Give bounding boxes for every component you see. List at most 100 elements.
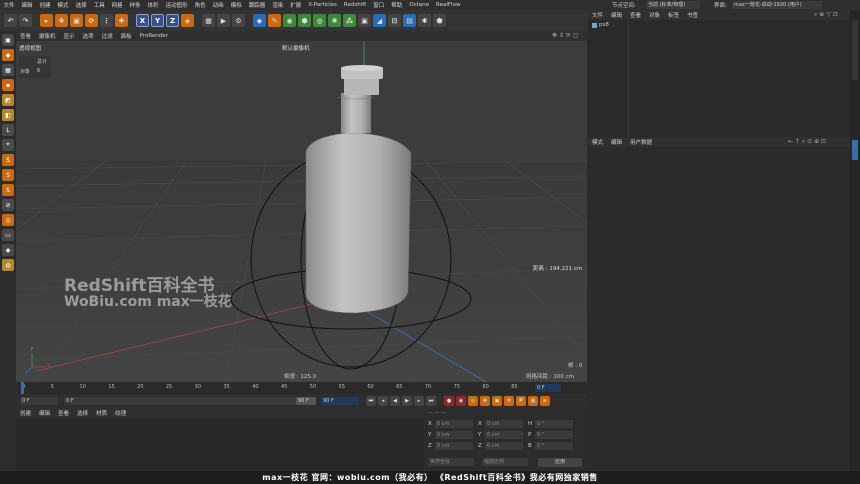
viewport-menu-item-3[interactable]: 选项: [79, 32, 98, 40]
object-list[interactable]: ps8 ⋮: [588, 20, 850, 137]
material-menu-item-0[interactable]: 创建: [16, 409, 35, 417]
move-tool-icon[interactable]: ✥: [55, 14, 68, 27]
attribute-menu-item-0[interactable]: 模式: [588, 138, 607, 146]
axis-z-button[interactable]: Z: [166, 14, 179, 27]
array-icon[interactable]: ⬢: [298, 14, 311, 27]
viewport-nav-icons[interactable]: ✥ ⇕ ⟳ ▢: [552, 32, 578, 39]
attribute-menu-item-1[interactable]: 编辑: [607, 138, 626, 146]
viewport-menu-item-4[interactable]: 过滤: [98, 32, 117, 40]
timeline-menu-icon[interactable]: ≡: [540, 396, 550, 406]
menu-item-11[interactable]: 动画: [209, 1, 227, 9]
tab-objects[interactable]: [852, 20, 858, 80]
keyframe-selection-icon[interactable]: ◎: [468, 396, 478, 406]
coord-field-c-0[interactable]: 0 °: [535, 420, 573, 428]
prev-key-icon[interactable]: ◂: [378, 396, 388, 406]
node-space-select[interactable]: 当前 (标准/物理): [646, 1, 700, 9]
viewport-menu-item-0[interactable]: 查看: [16, 32, 35, 40]
snap-icon[interactable]: ⌖: [2, 139, 14, 151]
go-to-end-icon[interactable]: ⏭: [426, 396, 436, 406]
coord-field-c-1[interactable]: 0 °: [535, 431, 573, 439]
viewport-menu-item-1[interactable]: 摄像机: [35, 32, 60, 40]
coord-field-a-1[interactable]: 0 cm: [435, 431, 473, 439]
material-menu-item-5[interactable]: 纹理: [111, 409, 130, 417]
soft-selection-icon[interactable]: ◍: [2, 259, 14, 271]
axis-x-button[interactable]: X: [136, 14, 149, 27]
menu-item-0[interactable]: 文件: [0, 1, 18, 9]
menu-item-16[interactable]: X-Particles: [305, 2, 341, 8]
cluster-icon[interactable]: ⁂: [343, 14, 356, 27]
tab-attributes[interactable]: [852, 140, 858, 160]
play-icon[interactable]: ▶: [402, 396, 412, 406]
menu-item-14[interactable]: 渲染: [269, 1, 287, 9]
menu-item-15[interactable]: 扩展: [287, 1, 305, 9]
material-menu-item-1[interactable]: 编辑: [35, 409, 54, 417]
apply-button[interactable]: 应用: [538, 458, 582, 467]
material-manager-area[interactable]: [16, 418, 424, 471]
light-icon[interactable]: ◢: [373, 14, 386, 27]
perspective-viewport[interactable]: 透视视图 默认摄像机 总计 对象 6 RedShift百科全书 WoBiu.co…: [16, 41, 587, 382]
attribute-menu-item-2[interactable]: 用户数据: [626, 138, 656, 146]
floor-icon[interactable]: ⊟: [388, 14, 401, 27]
coord-mode-select[interactable]: 世界坐标: [428, 458, 474, 466]
object-manager-icons[interactable]: ⌕ ⊕ ▽ ⊡: [814, 11, 838, 19]
add-tool-icon[interactable]: ✚: [115, 14, 128, 27]
object-menu-item-5[interactable]: 书签: [683, 11, 702, 19]
key-pla-icon[interactable]: ▦: [528, 396, 538, 406]
redshift-icon[interactable]: ✱: [418, 14, 431, 27]
object-menu-item-4[interactable]: 标签: [664, 11, 683, 19]
camera-label[interactable]: 默认摄像机: [282, 44, 310, 52]
menu-item-10[interactable]: 角色: [191, 1, 209, 9]
menu-item-18[interactable]: 窗口: [370, 1, 388, 9]
lock-icon[interactable]: ⊘: [2, 199, 14, 211]
menu-item-7[interactable]: 样条: [126, 1, 144, 9]
coord-field-c-2[interactable]: 0 °: [535, 442, 573, 450]
coord-field-a-2[interactable]: 0 cm: [435, 442, 473, 450]
workplane-icon[interactable]: ◎: [2, 214, 14, 226]
key-position-icon[interactable]: ✥: [480, 396, 490, 406]
record-icon[interactable]: ●: [444, 396, 454, 406]
menu-item-20[interactable]: Octane: [406, 2, 433, 8]
polygons-mode-icon[interactable]: ◧: [2, 109, 14, 121]
texture-mode-icon[interactable]: ▦: [2, 64, 14, 76]
menu-item-4[interactable]: 选择: [72, 1, 90, 9]
render-picture-viewer-icon[interactable]: ▶: [217, 14, 230, 27]
menu-item-17[interactable]: Redshift: [340, 2, 369, 8]
timeline-ruler[interactable]: 051015202530354045505560657075808590: [16, 382, 587, 394]
grid-icon[interactable]: ▤: [403, 14, 416, 27]
menu-item-12[interactable]: 模拟: [227, 1, 245, 9]
viewport-menu-item-5[interactable]: 面板: [117, 32, 136, 40]
menu-item-1[interactable]: 编辑: [18, 1, 36, 9]
render-view-icon[interactable]: ▦: [202, 14, 215, 27]
key-param-icon[interactable]: P: [516, 396, 526, 406]
material-menu-item-4[interactable]: 材质: [92, 409, 111, 417]
menu-item-21[interactable]: RealFlow: [433, 2, 464, 8]
coord-field-b-2[interactable]: 0 cm: [485, 442, 523, 450]
edges-mode-icon[interactable]: ◩: [2, 94, 14, 106]
axis-mode-icon[interactable]: L: [2, 124, 14, 136]
timeline-playhead[interactable]: [21, 382, 24, 394]
interface-select[interactable]: max一枝花-启动-1920 (用户): [732, 1, 822, 9]
render-settings-icon[interactable]: ⚙: [232, 14, 245, 27]
select-tool-icon[interactable]: ▸: [40, 14, 53, 27]
menu-item-2[interactable]: 创建: [36, 1, 54, 9]
object-menu-item-3[interactable]: 对象: [645, 11, 664, 19]
viewport-menu-item-6[interactable]: ProRender: [136, 33, 172, 39]
points-mode-icon[interactable]: ▪: [2, 79, 14, 91]
camera-icon[interactable]: ▣: [358, 14, 371, 27]
coordinate-system-icon[interactable]: ◈: [181, 14, 194, 27]
recent-tools-icon[interactable]: ⋮: [100, 14, 113, 27]
object-visibility-icon[interactable]: ⋮: [611, 22, 616, 28]
quantize-icon[interactable]: ▭: [2, 229, 14, 241]
axis-y-button[interactable]: Y: [151, 14, 164, 27]
autokey-icon[interactable]: ◉: [456, 396, 466, 406]
go-to-start-icon[interactable]: ⏮: [366, 396, 376, 406]
start-frame-field[interactable]: 0 F: [20, 397, 58, 405]
menu-item-8[interactable]: 体积: [144, 1, 162, 9]
model-mode-icon[interactable]: ◆: [2, 49, 14, 61]
symbol-s2-icon[interactable]: S: [2, 169, 14, 181]
material-menu-item-2[interactable]: 查看: [54, 409, 73, 417]
coord-scale-select[interactable]: 缩放比例: [482, 458, 528, 466]
subdivision-icon[interactable]: ◉: [283, 14, 296, 27]
object-menu-item-0[interactable]: 文件: [588, 11, 607, 19]
preview-range-start[interactable]: 0 F: [64, 397, 314, 405]
